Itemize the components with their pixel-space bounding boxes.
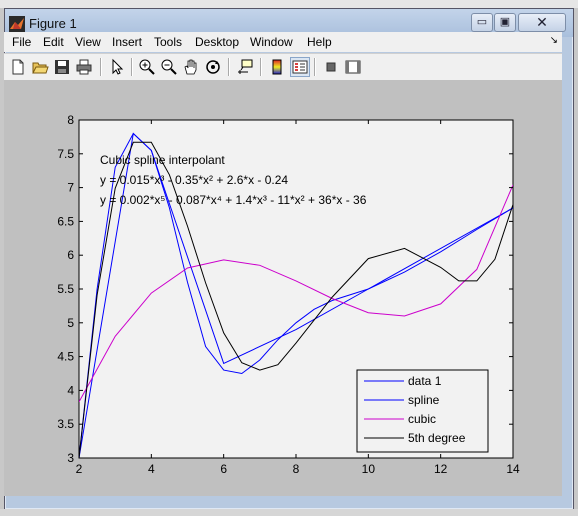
open-folder-icon[interactable] bbox=[31, 58, 49, 76]
x-tick-label: 8 bbox=[293, 462, 300, 476]
close-icon: ✕ bbox=[536, 14, 548, 30]
menu-tools[interactable]: Tools bbox=[154, 35, 182, 49]
x-tick-label: 2 bbox=[76, 462, 83, 476]
toolbar-separator bbox=[314, 58, 316, 76]
show-plot-tools-icon[interactable] bbox=[344, 58, 362, 76]
minimize-icon: ▭ bbox=[476, 16, 488, 28]
background-app-strip bbox=[0, 0, 578, 8]
y-tick-label: 4.5 bbox=[57, 350, 74, 364]
close-button[interactable]: ✕ bbox=[518, 13, 566, 32]
legend-label-2: cubic bbox=[408, 412, 436, 426]
menu-desktop[interactable]: Desktop bbox=[195, 35, 239, 49]
legend-label-3: 5th degree bbox=[408, 431, 466, 445]
legend-label-0: data 1 bbox=[408, 374, 442, 388]
new-file-icon[interactable] bbox=[9, 58, 27, 76]
toolbar-separator bbox=[228, 58, 230, 76]
restore-button[interactable]: ▣ bbox=[494, 13, 516, 32]
y-tick-label: 3 bbox=[67, 451, 74, 465]
rotate-3d-icon[interactable] bbox=[204, 58, 222, 76]
toolbar-separator bbox=[260, 58, 262, 76]
menu-bar: File Edit View Insert Tools Desktop Wind… bbox=[4, 32, 562, 52]
menu-edit[interactable]: Edit bbox=[43, 35, 64, 49]
print-icon[interactable] bbox=[75, 58, 93, 76]
y-tick-label: 5 bbox=[67, 316, 74, 330]
y-tick-label: 5.5 bbox=[57, 282, 74, 296]
annotation-line-1: Cubic spline interpolant bbox=[100, 153, 225, 167]
save-icon[interactable] bbox=[53, 58, 71, 76]
menu-window[interactable]: Window bbox=[250, 35, 293, 49]
annotation-line-2: y = 0.015*x³ - 0.35*x² + 2.6*x - 0.24 bbox=[100, 173, 288, 187]
y-tick-label: 3.5 bbox=[57, 417, 74, 431]
x-tick-label: 10 bbox=[362, 462, 376, 476]
legend-label-1: spline bbox=[408, 393, 440, 407]
menu-help[interactable]: Help bbox=[307, 35, 332, 49]
menu-insert[interactable]: Insert bbox=[112, 35, 142, 49]
restore-icon: ▣ bbox=[499, 16, 511, 28]
pointer-icon[interactable] bbox=[108, 58, 126, 76]
colorbar-icon[interactable] bbox=[268, 58, 286, 76]
pan-icon[interactable] bbox=[182, 58, 200, 76]
figure-toolbar bbox=[4, 53, 562, 81]
toolbar-separator bbox=[131, 58, 133, 76]
taskbar-strip bbox=[0, 509, 578, 516]
zoom-out-icon[interactable] bbox=[160, 58, 178, 76]
x-tick-label: 12 bbox=[434, 462, 448, 476]
menu-file[interactable]: File bbox=[12, 35, 31, 49]
figure-canvas: 2 4 6 8 10 12 14 3 3.5 4 4.5 5 5.5 6 6.5 7 7.5 8 Cubic sp… bbox=[4, 80, 562, 496]
legend-icon[interactable] bbox=[290, 57, 310, 77]
hide-plot-tools-icon[interactable] bbox=[322, 58, 340, 76]
toolbar-separator bbox=[100, 58, 102, 76]
y-tick-label: 6 bbox=[67, 248, 74, 262]
zoom-in-icon[interactable] bbox=[138, 58, 156, 76]
plot-svg: 2 4 6 8 10 12 14 3 3.5 4 4.5 5 5.5 6 6.5 7 7.5 8 Cubic sp… bbox=[57, 113, 520, 476]
x-tick-label: 4 bbox=[148, 462, 155, 476]
x-tick-label: 6 bbox=[220, 462, 227, 476]
y-tick-label: 4 bbox=[67, 383, 74, 397]
y-tick-label: 6.5 bbox=[57, 214, 74, 228]
annotation-line-3: y = 0.002*x⁵ - 0.087*x⁴ + 1.4*x³ - 11*x²… bbox=[100, 193, 367, 207]
x-tick-label: 14 bbox=[506, 462, 520, 476]
y-tick-label: 7.5 bbox=[57, 147, 74, 161]
data-cursor-icon[interactable] bbox=[236, 58, 254, 76]
y-tick-label: 8 bbox=[67, 113, 74, 127]
matlab-icon bbox=[9, 16, 25, 32]
minimize-button[interactable]: ▭ bbox=[471, 13, 493, 32]
dock-arrow-icon[interactable]: ↘ bbox=[550, 35, 558, 46]
window-title: Figure 1 bbox=[29, 16, 77, 31]
y-tick-label: 7 bbox=[67, 181, 74, 195]
menu-view[interactable]: View bbox=[75, 35, 101, 49]
